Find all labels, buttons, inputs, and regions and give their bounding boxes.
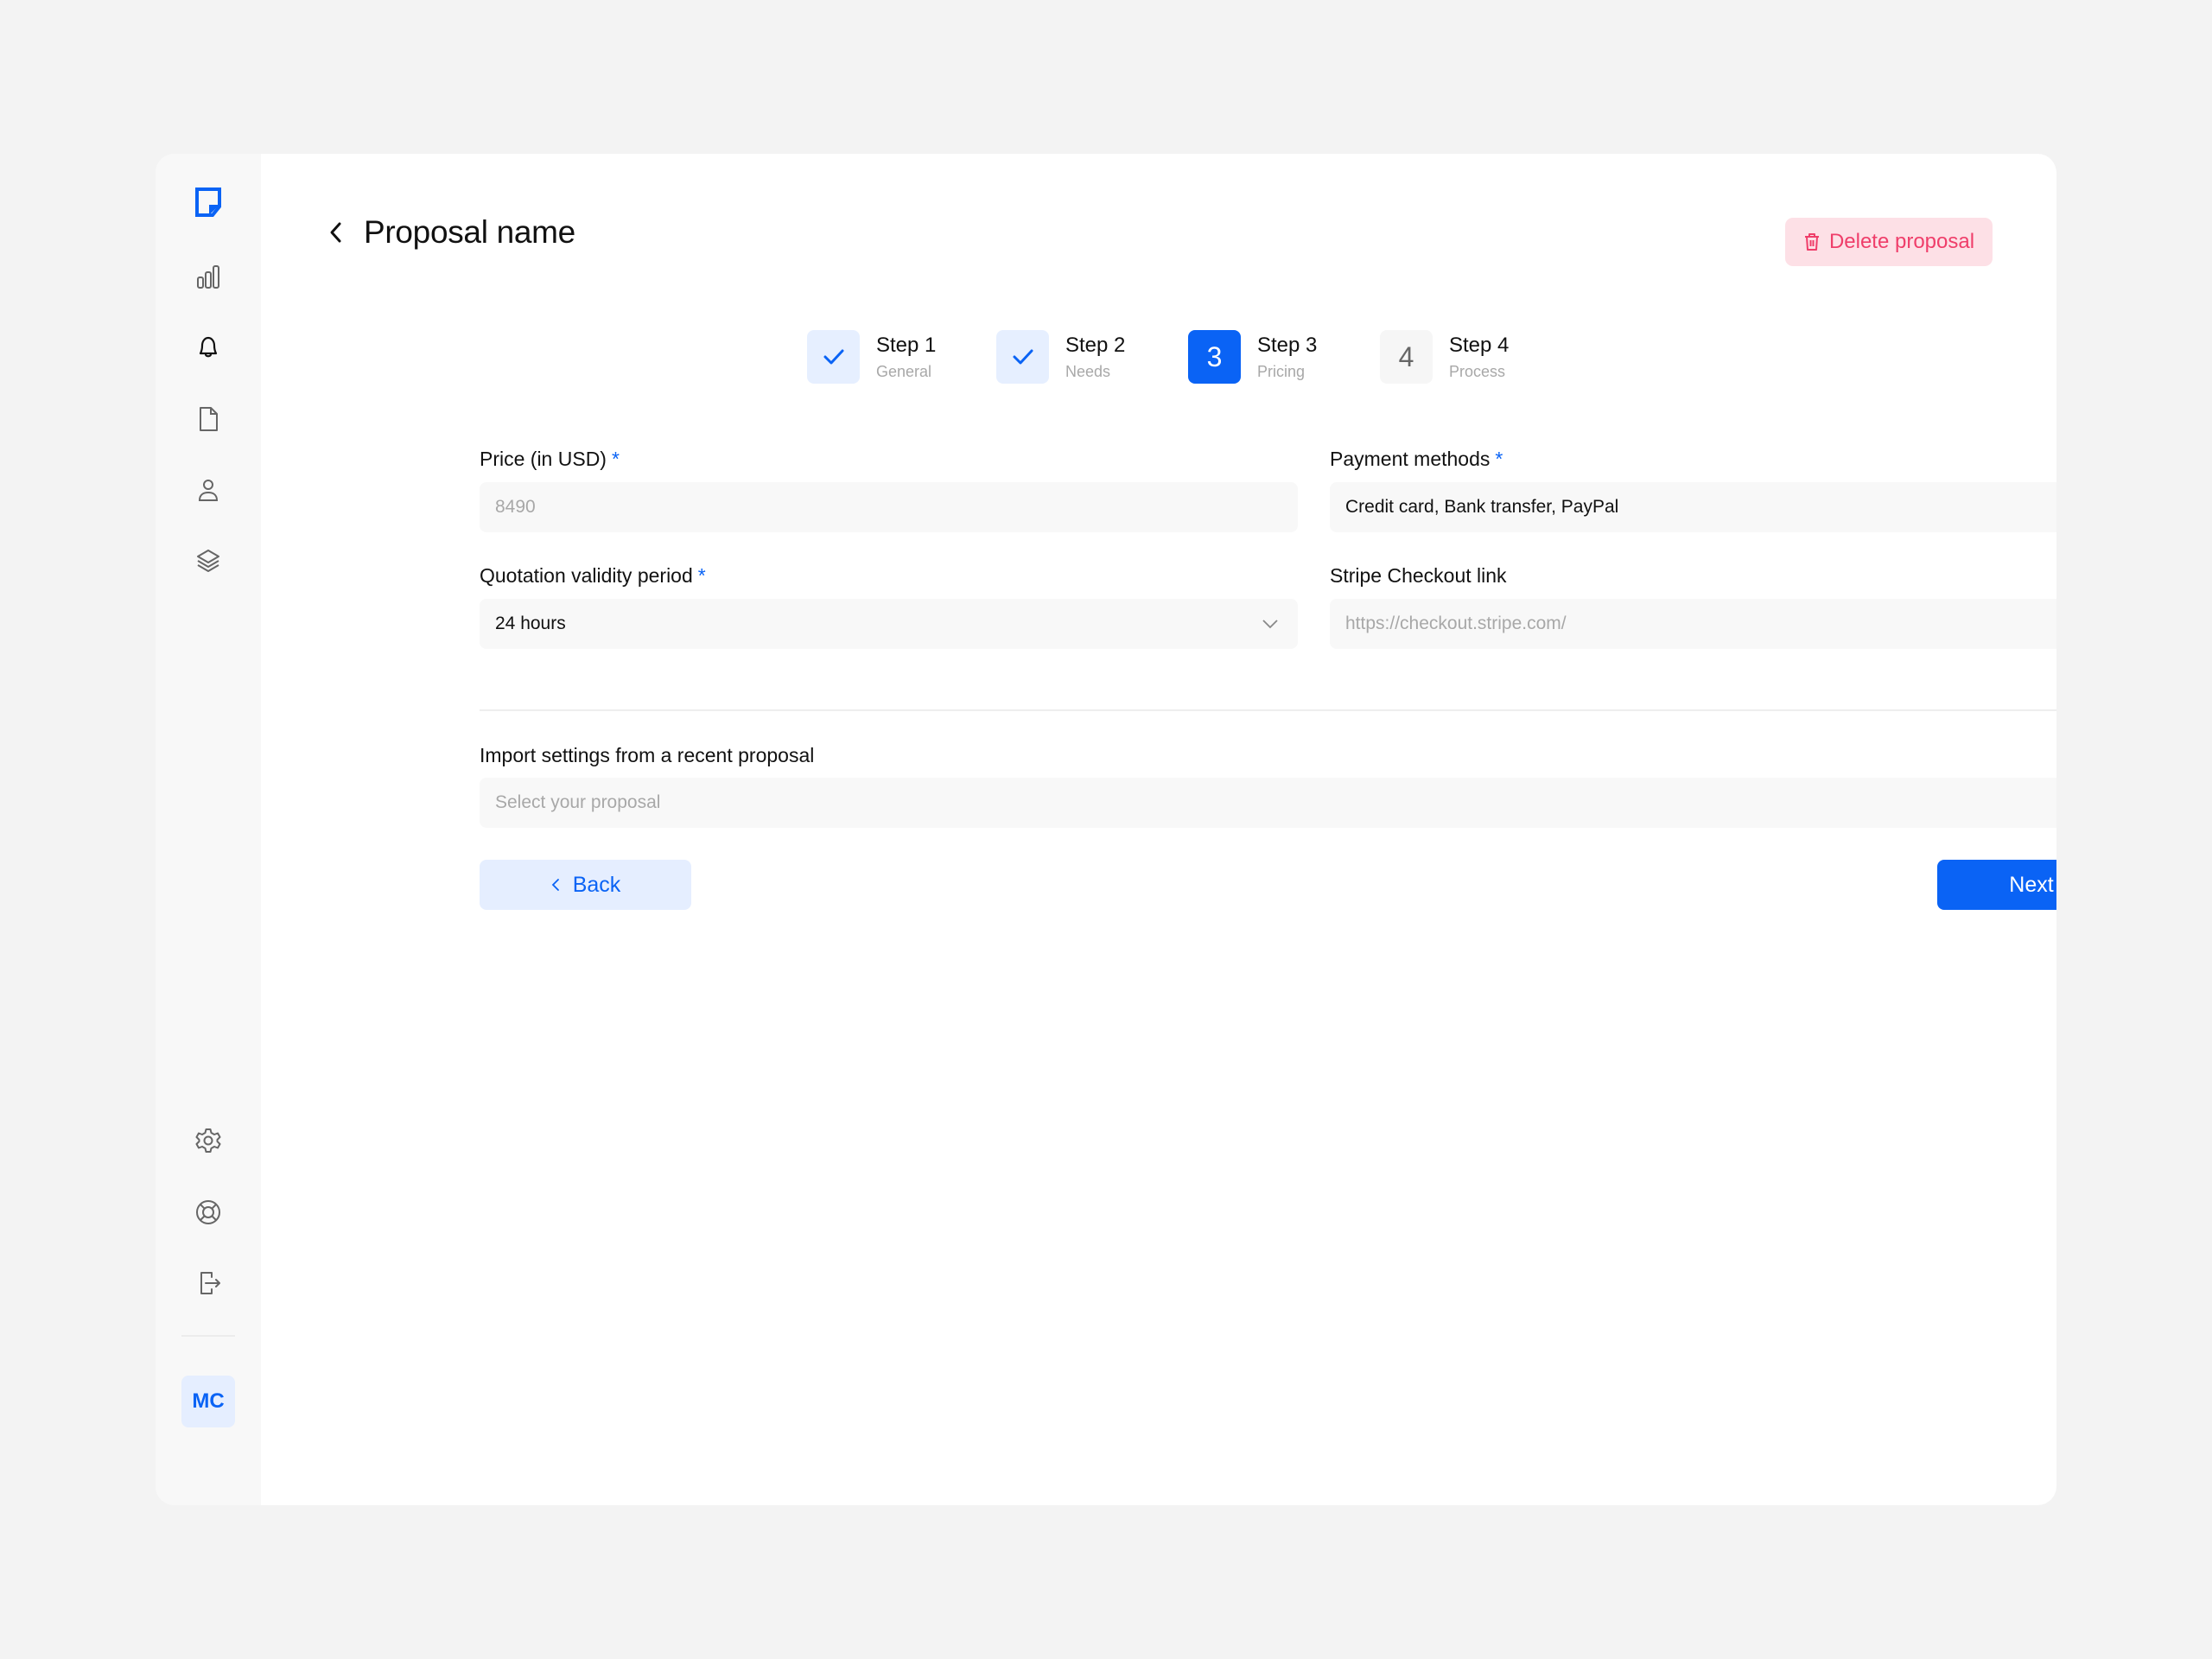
step-3[interactable]: 3 Step 3 Pricing [1188, 330, 1317, 384]
validity-value: 24 hours [495, 613, 566, 633]
sidebar: MC [156, 154, 261, 1505]
next-button[interactable]: Next [1937, 860, 2056, 910]
step-2-check-icon [996, 330, 1049, 384]
step-2-subtitle: Needs [1065, 362, 1111, 380]
next-label: Next [2009, 872, 2054, 897]
step-4-number: 4 [1380, 330, 1433, 384]
chevron-left-icon [551, 879, 559, 891]
step-1-subtitle: General [876, 362, 932, 380]
app-window: MC Proposal name Delete proposal Step 1 … [156, 154, 2056, 1505]
step-4-title: Step 4 [1449, 333, 1510, 357]
layers-icon[interactable] [191, 543, 226, 578]
back-button[interactable]: Back [480, 860, 691, 910]
chevron-down-icon [1262, 620, 1278, 629]
payment-methods-select[interactable]: Credit card, Bank transfer, PayPal [1330, 482, 2056, 532]
step-2[interactable]: Step 2 Needs [996, 330, 1125, 384]
page-title: Proposal name [364, 214, 575, 250]
import-label: Import settings from a recent proposal [480, 744, 815, 766]
step-3-number: 3 [1188, 330, 1241, 384]
back-label: Back [572, 872, 621, 897]
validity-select[interactable]: 24 hours [480, 599, 1298, 649]
bar-chart-icon[interactable] [191, 259, 226, 294]
avatar[interactable]: MC [181, 1376, 235, 1427]
logout-icon[interactable] [191, 1266, 226, 1300]
step-1-title: Step 1 [876, 333, 937, 357]
validity-label: Quotation validity period * [480, 564, 706, 587]
step-1-check-icon [807, 330, 860, 384]
step-3-title: Step 3 [1257, 333, 1318, 357]
delete-proposal-button[interactable]: Delete proposal [1785, 218, 1993, 266]
bell-icon[interactable] [191, 330, 226, 365]
gear-icon[interactable] [191, 1123, 226, 1158]
stripe-link-label: Stripe Checkout link [1330, 564, 1507, 587]
price-label: Price (in USD) * [480, 448, 620, 470]
file-icon[interactable] [191, 402, 226, 436]
step-4-subtitle: Process [1449, 362, 1506, 380]
stripe-link-placeholder: https://checkout.stripe.com/ [1345, 613, 1567, 633]
sidebar-divider [181, 1335, 235, 1337]
stepper: Step 1 General Step 2 Needs 3 Step 3 Pri… [261, 330, 2056, 384]
main-content: Proposal name Delete proposal Step 1 Gen… [261, 154, 2056, 1505]
back-chevron-icon[interactable] [324, 217, 348, 248]
step-3-subtitle: Pricing [1257, 362, 1306, 380]
payment-methods-value: Credit card, Bank transfer, PayPal [1345, 497, 1619, 517]
import-placeholder: Select your proposal [495, 792, 661, 812]
step-4[interactable]: 4 Step 4 Process [1380, 330, 1509, 384]
step-2-title: Step 2 [1065, 333, 1126, 357]
price-placeholder: 8490 [495, 497, 536, 517]
trash-icon [1804, 233, 1819, 251]
payment-methods-label: Payment methods * [1330, 448, 1503, 470]
import-proposal-select[interactable]: Select your proposal [480, 778, 2056, 828]
lifebuoy-icon[interactable] [191, 1195, 226, 1230]
step-1[interactable]: Step 1 General [807, 330, 936, 384]
user-icon[interactable] [191, 473, 226, 507]
document-logo-icon[interactable] [191, 185, 226, 219]
delete-proposal-label: Delete proposal [1828, 230, 1975, 253]
price-input[interactable]: 8490 [480, 482, 1298, 532]
section-divider [480, 709, 2056, 711]
page-header: Proposal name [324, 214, 575, 251]
stripe-link-input[interactable]: https://checkout.stripe.com/ [1330, 599, 2056, 649]
